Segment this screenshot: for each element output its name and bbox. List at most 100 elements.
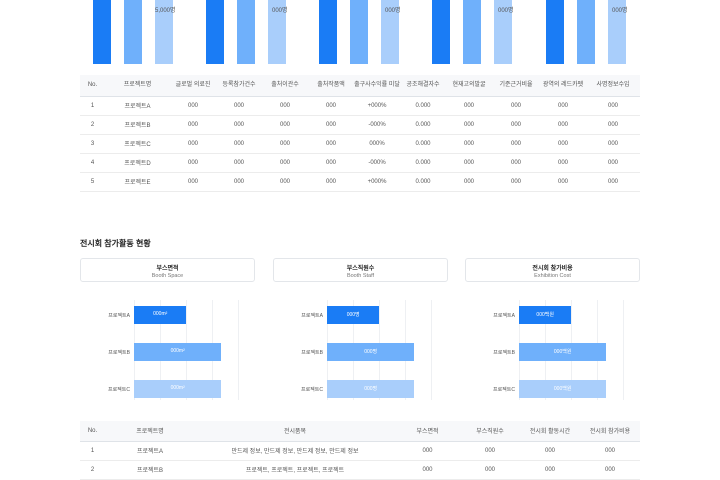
bar-value-label: 5,000명 bbox=[155, 8, 176, 14]
table-cell: 000 bbox=[484, 447, 495, 454]
column-header: 출구사수익률 미달 bbox=[354, 81, 400, 88]
column-header: 기준근거비율 bbox=[499, 81, 533, 88]
table-cell: 000 bbox=[325, 140, 336, 147]
table-cell: 000 bbox=[279, 159, 290, 166]
table-cell: 000 bbox=[422, 466, 433, 473]
table-cell: 000 bbox=[279, 102, 290, 109]
column-header: 공조해결자수 bbox=[406, 81, 440, 88]
table-cell: 프로젝트D bbox=[124, 161, 151, 167]
booth-space-chart: 프로젝트A 000m² 프로젝트B 000m² 프로젝트C 000m² bbox=[90, 300, 240, 400]
table-cell: 4 bbox=[90, 159, 95, 166]
column-header: No. bbox=[87, 81, 98, 88]
exhibition-cost-card: 전시회 참가비용 Exhibition Cost bbox=[465, 258, 640, 282]
bar-value-label: 000명 bbox=[385, 8, 401, 14]
column-header: 현재고의발굴 bbox=[452, 81, 486, 88]
table-cell: -000% bbox=[368, 121, 386, 128]
bar-group: 000명 bbox=[546, 0, 636, 64]
category-label: 프로젝트C bbox=[300, 387, 323, 393]
bar-group: 000명 bbox=[319, 0, 409, 64]
bar-value-label: 000명 bbox=[498, 8, 514, 14]
table-cell: 2 bbox=[90, 121, 95, 128]
column-header: 전시회 활동시간 bbox=[529, 429, 571, 436]
table-cell: 0.000 bbox=[415, 102, 431, 109]
bar bbox=[546, 0, 564, 64]
bar bbox=[463, 0, 481, 64]
table-cell: 프로젝트B bbox=[136, 468, 164, 474]
table-cell: 000 bbox=[233, 178, 244, 185]
bar bbox=[432, 0, 450, 64]
table-cell: -000% bbox=[368, 159, 386, 166]
column-header: 사명정보수입 bbox=[596, 81, 630, 88]
bar-value-label: 000m² bbox=[170, 348, 185, 354]
table-cell: 프로젝트A bbox=[136, 449, 164, 455]
bar-value-label: 000명 bbox=[612, 8, 628, 14]
table-cell: 0.000 bbox=[415, 159, 431, 166]
booth-staff-card: 부스직원수 Booth Staff bbox=[273, 258, 448, 282]
column-header: 출처이관수 bbox=[271, 81, 299, 88]
project-summary-table: No. 프로젝트명 글로벌 의료진 등록참가건수 출처이관수 출처작품액 출구사수익률 미달… bbox=[80, 75, 640, 192]
booth-space-card: 부스면적 Booth Space bbox=[80, 258, 255, 282]
table-cell: 000 bbox=[557, 159, 568, 166]
category-label: 프로젝트C bbox=[492, 387, 515, 393]
table-header-row: No. 프로젝트명 전시품목 부스면적 부스직원수 전시회 활동시간 전시회 참가비용 bbox=[80, 421, 640, 441]
bar bbox=[350, 0, 368, 64]
table-cell: 000 bbox=[544, 447, 555, 454]
table-cell: 0.000 bbox=[415, 121, 431, 128]
table-cell: 000 bbox=[233, 159, 244, 166]
table-row: 1 프로젝트A 만드제 정보, 만드제 정보, 만드제 정보, 만드제 정보 000 0… bbox=[80, 441, 640, 460]
table-cell: 000 bbox=[233, 140, 244, 147]
table-row: 3 프로젝트C 000 000 000 000 000% 0.000 000 000 000 000 bbox=[80, 134, 640, 153]
table-cell: 000 bbox=[510, 102, 521, 109]
bar-value-label: 000백원 bbox=[536, 312, 554, 318]
card-title: 부스직원수 bbox=[346, 266, 375, 272]
table-cell: 000 bbox=[510, 159, 521, 166]
table-cell: 000 bbox=[607, 102, 618, 109]
table-row: 1 프로젝트A 000 000 000 000 +000% 0.000 000 000 000 000 bbox=[80, 96, 640, 115]
card-subtitle: Booth Space bbox=[151, 273, 184, 279]
table-cell: 프로젝트A bbox=[124, 104, 151, 110]
bar bbox=[93, 0, 111, 64]
bar-group: 000명 bbox=[206, 0, 296, 64]
table-cell: 000 bbox=[463, 121, 474, 128]
table-cell: 000 bbox=[187, 159, 198, 166]
table-cell: 만드제 정보, 만드제 정보, 만드제 정보, 만드제 정보 bbox=[231, 449, 359, 455]
table-cell: 000 bbox=[279, 140, 290, 147]
table-cell: 0.000 bbox=[415, 178, 431, 185]
column-header: 프로젝트명 bbox=[136, 429, 164, 436]
table-cell: 000 bbox=[187, 121, 198, 128]
table-cell: 5 bbox=[90, 178, 95, 185]
table-cell: 000 bbox=[233, 102, 244, 109]
table-header-row: No. 프로젝트명 글로벌 의료진 등록참가건수 출처이관수 출처작품액 출구사수익률 미달… bbox=[80, 75, 640, 96]
table-cell: 000 bbox=[463, 159, 474, 166]
bar-value-label: 000명 bbox=[272, 8, 288, 14]
table-cell: 000 bbox=[325, 159, 336, 166]
bar: 000백원 bbox=[519, 306, 572, 324]
exhibition-cost-chart: 프로젝트A 000백원 프로젝트B 000백원 프로젝트C 000백원 bbox=[475, 300, 625, 400]
table-cell: 0.000 bbox=[415, 140, 431, 147]
bar: 000m² bbox=[134, 306, 187, 324]
bar: 000명 bbox=[327, 380, 415, 398]
exhibition-detail-table: No. 프로젝트명 전시품목 부스면적 부스직원수 전시회 활동시간 전시회 참가비용 1 프… bbox=[80, 421, 640, 480]
table-cell: 000 bbox=[279, 178, 290, 185]
table-cell: 1 bbox=[90, 447, 95, 454]
column-header: 부스직원수 bbox=[476, 429, 504, 436]
table-cell: 000 bbox=[607, 178, 618, 185]
table-cell: 000 bbox=[463, 140, 474, 147]
table-cell: 000 bbox=[233, 121, 244, 128]
table-cell: 000 bbox=[484, 466, 495, 473]
category-label: 프로젝트A bbox=[301, 313, 323, 319]
bar-value-label: 000m² bbox=[153, 311, 168, 317]
column-header: No. bbox=[87, 427, 98, 434]
table-cell: 000% bbox=[369, 140, 385, 147]
table-cell: 1 bbox=[90, 102, 95, 109]
category-label: 프로젝트B bbox=[108, 350, 130, 356]
column-header: 등록참가건수 bbox=[222, 81, 256, 88]
bar-group: 5,000명 bbox=[93, 0, 183, 64]
table-row: 2 프로젝트B 000 000 000 000 -000% 0.000 000 000 000 000 bbox=[80, 115, 640, 134]
category-label: 프로젝트A bbox=[493, 313, 515, 319]
table-cell: 000 bbox=[325, 121, 336, 128]
bar bbox=[206, 0, 224, 64]
category-label: 프로젝트A bbox=[108, 313, 130, 319]
bar bbox=[124, 0, 142, 64]
table-row: 4 프로젝트D 000 000 000 000 -000% 0.000 000 000 000 000 bbox=[80, 153, 640, 172]
